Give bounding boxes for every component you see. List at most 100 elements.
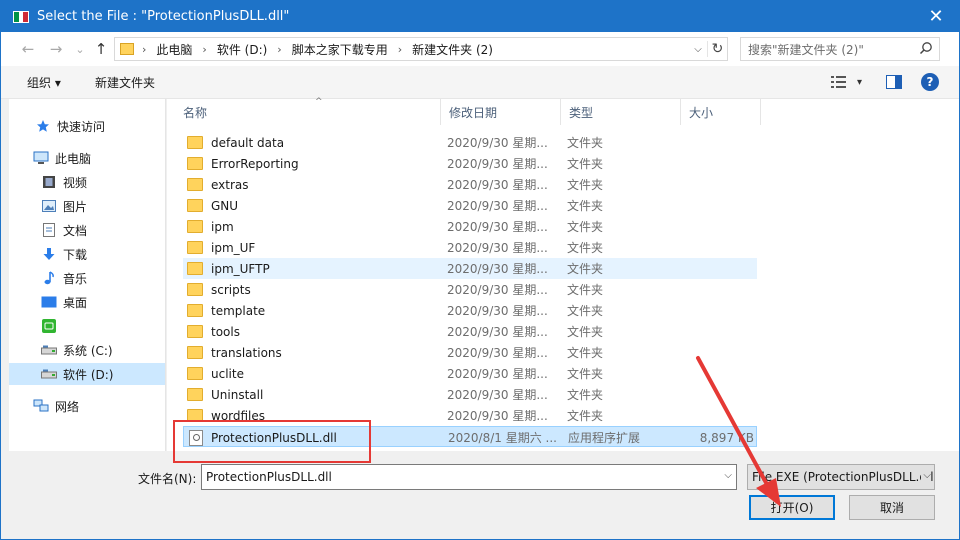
file-type-value: File EXE (ProtectionPlusDLL.dll) [752,470,935,484]
folder-row[interactable]: tools 2020/9/30 星期... 文件夹 [183,321,757,342]
sidebar-item[interactable]: 网络 [9,395,165,417]
back-arrow-icon[interactable]: ← [17,38,39,60]
refresh-icon[interactable]: ↻ [707,41,727,57]
breadcrumb-drive-d[interactable]: 软件 (D:) [217,41,267,58]
folder-row[interactable]: translations 2020/9/30 星期... 文件夹 [183,342,757,363]
sidebar-item[interactable]: 音乐 [9,267,165,289]
breadcrumb-separator-icon[interactable]: › [202,43,206,56]
column-header-type[interactable]: 类型 [561,99,681,125]
title-bar: Select the File : "ProtectionPlusDLL.dll… [1,1,959,32]
sidebar-item[interactable]: 下载 [9,243,165,265]
folder-row[interactable]: ipm 2020/9/30 星期... 文件夹 [183,216,757,237]
file-size [687,174,753,195]
recent-locations-chevron-icon[interactable]: ⌄ [69,38,91,60]
open-button[interactable]: 打开(O) [749,495,835,520]
column-name-label: 名称 [183,105,208,120]
sidebar-item[interactable]: 图片 [9,195,165,217]
view-options[interactable]: ▾ [831,72,862,92]
view-dropdown-icon[interactable]: ▾ [857,77,862,88]
row-name-cell: tools [183,321,433,342]
filename-dropdown-icon[interactable]: ⌵ [724,470,732,481]
file-size [687,321,753,342]
file-type: 应用程序扩展 [568,431,641,445]
column-type-label: 类型 [569,105,594,120]
breadcrumb-separator-icon: › [142,42,147,56]
file-size [687,405,753,426]
column-date-label: 修改日期 [449,105,498,120]
help-icon[interactable]: ? [921,73,939,91]
search-input[interactable]: 搜索"新建文件夹 (2)" [740,37,940,61]
breadcrumb-this-pc[interactable]: 此电脑 [156,41,192,58]
file-date: 2020/9/30 星期... [447,346,548,360]
cancel-button[interactable]: 取消 [849,495,935,520]
details-view-icon[interactable] [831,75,847,89]
close-icon[interactable]: ✕ [913,1,959,32]
sidebar-item[interactable]: 文档 [9,219,165,241]
breadcrumb-new-folder-2[interactable]: 新建文件夹 (2) [412,41,493,58]
filename-input[interactable]: ProtectionPlusDLL.dll ⌵ [201,464,737,490]
folder-row[interactable]: extras 2020/9/30 星期... 文件夹 [183,174,757,195]
file-date: 2020/9/30 星期... [447,325,548,339]
sidebar-item-label: 下载 [63,247,88,262]
column-header-date[interactable]: 修改日期 [441,99,561,125]
folder-row[interactable]: ipm_UF 2020/9/30 星期... 文件夹 [183,237,757,258]
breadcrumb-separator-icon[interactable]: › [277,43,281,56]
flag-app-icon [13,10,29,23]
pictures-icon [41,198,57,214]
column-size-label: 大小 [689,105,714,120]
file-type: 文件夹 [567,304,604,318]
address-dropdown-icon[interactable]: ⌵ [689,44,707,55]
sidebar-item[interactable] [9,315,165,337]
file-size [687,300,753,321]
file-name: tools [211,324,240,339]
sidebar-item-label: 系统 (C:) [63,343,113,358]
sidebar-item-label: 视频 [63,175,88,190]
sidebar-item[interactable]: 快速访问 [9,115,165,137]
filter-dropdown-icon[interactable]: ⌵ [921,470,931,481]
address-bar[interactable]: › 此电脑 › 软件 (D:) › 脚本之家下载专用 › 新建文件夹 (2) ⌵… [114,37,728,61]
organize-button[interactable]: 组织 ▾ [27,74,61,91]
folder-row[interactable]: ipm_UFTP 2020/9/30 星期... 文件夹 [183,258,757,279]
downloads-icon [41,246,57,262]
filename-label: 文件名(N): [138,472,197,486]
new-folder-button[interactable]: 新建文件夹 [95,74,155,91]
folder-row[interactable]: GNU 2020/9/30 星期... 文件夹 [183,195,757,216]
file-type: 文件夹 [567,325,604,339]
folder-row[interactable]: Uninstall 2020/9/30 星期... 文件夹 [183,384,757,405]
file-name: template [211,303,266,318]
folder-icon [187,346,203,359]
file-type: 文件夹 [567,346,604,360]
file-date: 2020/9/30 星期... [447,136,548,150]
breadcrumb-separator-icon[interactable]: › [398,43,402,56]
folder-icon [187,199,203,212]
up-arrow-icon[interactable]: ↑ [90,38,112,60]
column-header-name[interactable]: 名称 ^ [175,97,441,125]
folder-icon [187,388,203,401]
file-date: 2020/9/30 星期... [447,262,548,276]
sidebar-item[interactable]: 视频 [9,171,165,193]
sidebar-item[interactable]: 系统 (C:) [9,339,165,361]
sidebar-item[interactable]: 软件 (D:) [9,363,165,385]
breadcrumb-download-folder[interactable]: 脚本之家下载专用 [292,41,388,58]
folder-icon [187,178,203,191]
folder-row[interactable]: uclite 2020/9/30 星期... 文件夹 [183,363,757,384]
window-title: Select the File : "ProtectionPlusDLL.dll… [37,9,290,24]
computer-icon [33,150,49,166]
file-type: 文件夹 [567,388,604,402]
video-icon [41,174,57,190]
folder-icon [187,304,203,317]
file-type: 文件夹 [567,199,604,213]
sidebar-item[interactable]: 桌面 [9,291,165,313]
file-type-filter[interactable]: File EXE (ProtectionPlusDLL.dll) ⌵ [747,464,935,490]
sidebar-item[interactable]: 此电脑 [9,147,165,169]
forward-arrow-icon[interactable]: → [45,38,67,60]
column-header-size[interactable]: 大小 [681,99,761,125]
file-type: 文件夹 [567,367,604,381]
search-icon[interactable] [919,41,933,55]
folder-row[interactable]: template 2020/9/30 星期... 文件夹 [183,300,757,321]
folder-row[interactable]: ErrorReporting 2020/9/30 星期... 文件夹 [183,153,757,174]
sidebar-item-label: 图片 [63,199,88,214]
folder-row[interactable]: default data 2020/9/30 星期... 文件夹 [183,132,757,153]
folder-row[interactable]: scripts 2020/9/30 星期... 文件夹 [183,279,757,300]
preview-pane-icon[interactable] [886,75,902,89]
